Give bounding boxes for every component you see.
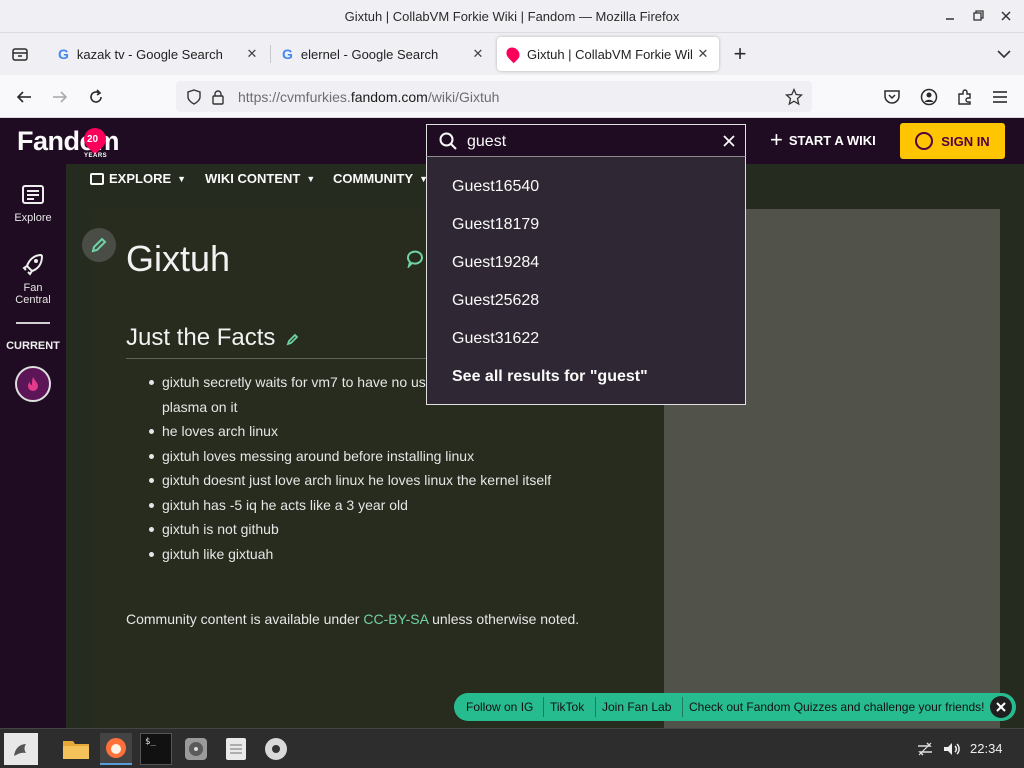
volume-icon[interactable] xyxy=(940,733,964,765)
list-item: he loves arch linux xyxy=(149,419,572,444)
left-rail: Explore Fan Central CURRENT xyxy=(0,164,66,728)
social-strip: Follow on IG TikTok Join Fan Lab Check o… xyxy=(454,693,1016,721)
nav-wiki-content[interactable]: WIKI CONTENT ▼ xyxy=(205,171,315,186)
terminal-icon[interactable]: $_ xyxy=(140,733,172,765)
window-title: Gixtuh | CollabVM Forkie Wiki | Fandom —… xyxy=(344,9,680,24)
tab-label: kazak tv - Google Search xyxy=(76,46,223,62)
search-suggestion[interactable]: Guest19284 xyxy=(452,254,539,272)
sign-in-button[interactable]: SIGN IN xyxy=(900,123,1005,159)
user-icon xyxy=(915,132,934,150)
tab-elernel[interactable]: G elernel - Google Search ✕ xyxy=(272,37,494,71)
file-manager-icon[interactable] xyxy=(60,733,92,765)
url-bar[interactable]: https://cvmfurkies.fandom.com/wiki/Gixtu… xyxy=(176,81,812,112)
clock: 22:34 xyxy=(970,741,1003,756)
edit-page-button[interactable] xyxy=(82,228,116,262)
talk-bubble-icon[interactable] xyxy=(406,250,424,268)
search-suggestion[interactable]: Guest16540 xyxy=(452,178,539,196)
account-icon[interactable] xyxy=(917,85,941,109)
tab-label: Gixtuh | CollabVM Forkie Wiki | Fandom xyxy=(527,46,692,62)
nav-toolbar: https://cvmfurkies.fandom.com/wiki/Gixtu… xyxy=(0,75,1024,118)
back-icon[interactable] xyxy=(12,85,36,109)
site-info-shield-icon[interactable] xyxy=(182,85,206,109)
new-tab-icon[interactable]: + xyxy=(728,41,752,66)
rail-fan-central[interactable]: Fan Central xyxy=(0,252,66,306)
pocket-icon[interactable] xyxy=(880,85,904,109)
plus-icon: + xyxy=(770,127,783,152)
minimize-icon[interactable] xyxy=(940,6,960,26)
quizzes-link[interactable]: Check out Fandom Quizzes and challenge y… xyxy=(689,700,985,714)
search-box[interactable]: guest xyxy=(426,124,746,158)
anniversary-years: YEARS xyxy=(84,153,108,159)
explore-icon xyxy=(22,185,44,204)
start-menu-icon[interactable] xyxy=(4,733,38,765)
search-icon xyxy=(439,132,457,150)
search-suggestion[interactable]: Guest18179 xyxy=(452,216,539,234)
list-item: gixtuh loves messing around before insta… xyxy=(149,444,572,469)
license-text: Community content is available under CC-… xyxy=(126,611,580,627)
close-strip-icon[interactable] xyxy=(990,696,1012,718)
list-item: gixtuh has -5 iq he acts like a 3 year o… xyxy=(149,493,572,518)
rail-divider xyxy=(16,322,50,324)
rocket-icon xyxy=(22,253,44,276)
section-edit-icon[interactable] xyxy=(286,332,300,346)
google-favicon-icon: G xyxy=(282,46,293,62)
rail-explore[interactable]: Explore xyxy=(0,184,66,224)
pencil-icon xyxy=(91,237,107,253)
search-suggestions: Guest16540 Guest18179 Guest19284 Guest25… xyxy=(426,156,746,405)
start-a-wiki-button[interactable]: + START A WIKI xyxy=(770,127,876,152)
bookmark-star-icon[interactable] xyxy=(782,85,806,109)
tab-close-icon[interactable]: ✕ xyxy=(470,46,486,62)
list-item: gixtuh doesnt just love arch linux he lo… xyxy=(149,468,572,493)
clear-search-icon[interactable] xyxy=(723,135,735,147)
window-titlebar: Gixtuh | CollabVM Forkie Wiki | Fandom —… xyxy=(0,0,1024,33)
reload-icon[interactable] xyxy=(84,85,108,109)
search-input[interactable]: guest xyxy=(467,133,506,151)
url-text[interactable]: https://cvmfurkies.fandom.com/wiki/Gixtu… xyxy=(238,89,499,105)
tab-overview-icon[interactable] xyxy=(8,42,32,66)
list-item: gixtuh like gixtuah xyxy=(149,542,572,567)
network-icon[interactable] xyxy=(914,733,936,765)
lock-icon[interactable] xyxy=(206,85,230,109)
tab-gixtuh[interactable]: Gixtuh | CollabVM Forkie Wiki | Fandom ✕ xyxy=(497,37,719,71)
section-divider xyxy=(126,358,446,359)
follow-ig-link[interactable]: Follow on IG xyxy=(466,700,533,714)
fandom-favicon-icon xyxy=(503,44,523,64)
tab-strip: G kazak tv - Google Search ✕ G elernel -… xyxy=(0,33,1024,75)
forward-icon[interactable] xyxy=(48,85,72,109)
taskbar: $_ 22:34 xyxy=(0,728,1024,768)
page-viewport: Fandom 20 YEARS + START A WIKI SIGN IN Ex… xyxy=(0,118,1024,728)
menu-icon[interactable] xyxy=(988,85,1012,109)
nav-explore[interactable]: EXPLORE ▼ xyxy=(90,171,186,186)
fan-lab-link[interactable]: Join Fan Lab xyxy=(602,700,671,714)
search-suggestion[interactable]: Guest31622 xyxy=(452,330,539,348)
list-all-tabs-icon[interactable] xyxy=(992,42,1016,66)
see-all-results-link[interactable]: See all results for "guest" xyxy=(452,368,648,386)
license-link[interactable]: CC-BY-SA xyxy=(363,611,428,627)
explore-nav-icon xyxy=(90,172,104,185)
section-heading: Just the Facts xyxy=(126,324,276,351)
tab-close-icon[interactable]: ✕ xyxy=(695,46,711,62)
list-item: gixtuh is not github xyxy=(149,517,572,542)
tab-close-icon[interactable]: ✕ xyxy=(244,46,260,62)
google-favicon-icon: G xyxy=(58,46,69,62)
tiktok-link[interactable]: TikTok xyxy=(550,700,584,714)
notes-icon[interactable] xyxy=(220,733,252,765)
nav-community[interactable]: COMMUNITY ▼ xyxy=(333,171,428,186)
extensions-icon[interactable] xyxy=(953,85,977,109)
page-title: Gixtuh xyxy=(126,238,231,279)
close-window-icon[interactable] xyxy=(996,6,1016,26)
tab-kazak[interactable]: G kazak tv - Google Search ✕ xyxy=(48,37,268,71)
anniversary-number: 20 xyxy=(87,134,99,145)
disk-utility-icon[interactable] xyxy=(180,733,212,765)
restore-icon[interactable] xyxy=(968,6,988,26)
tab-label: elernel - Google Search xyxy=(300,46,439,62)
rail-current-label: CURRENT xyxy=(6,340,60,352)
search-suggestion[interactable]: Guest25628 xyxy=(452,292,539,310)
current-wiki-icon[interactable] xyxy=(15,366,51,402)
media-player-icon[interactable] xyxy=(260,733,292,765)
firefox-taskbar-icon[interactable] xyxy=(100,733,132,765)
